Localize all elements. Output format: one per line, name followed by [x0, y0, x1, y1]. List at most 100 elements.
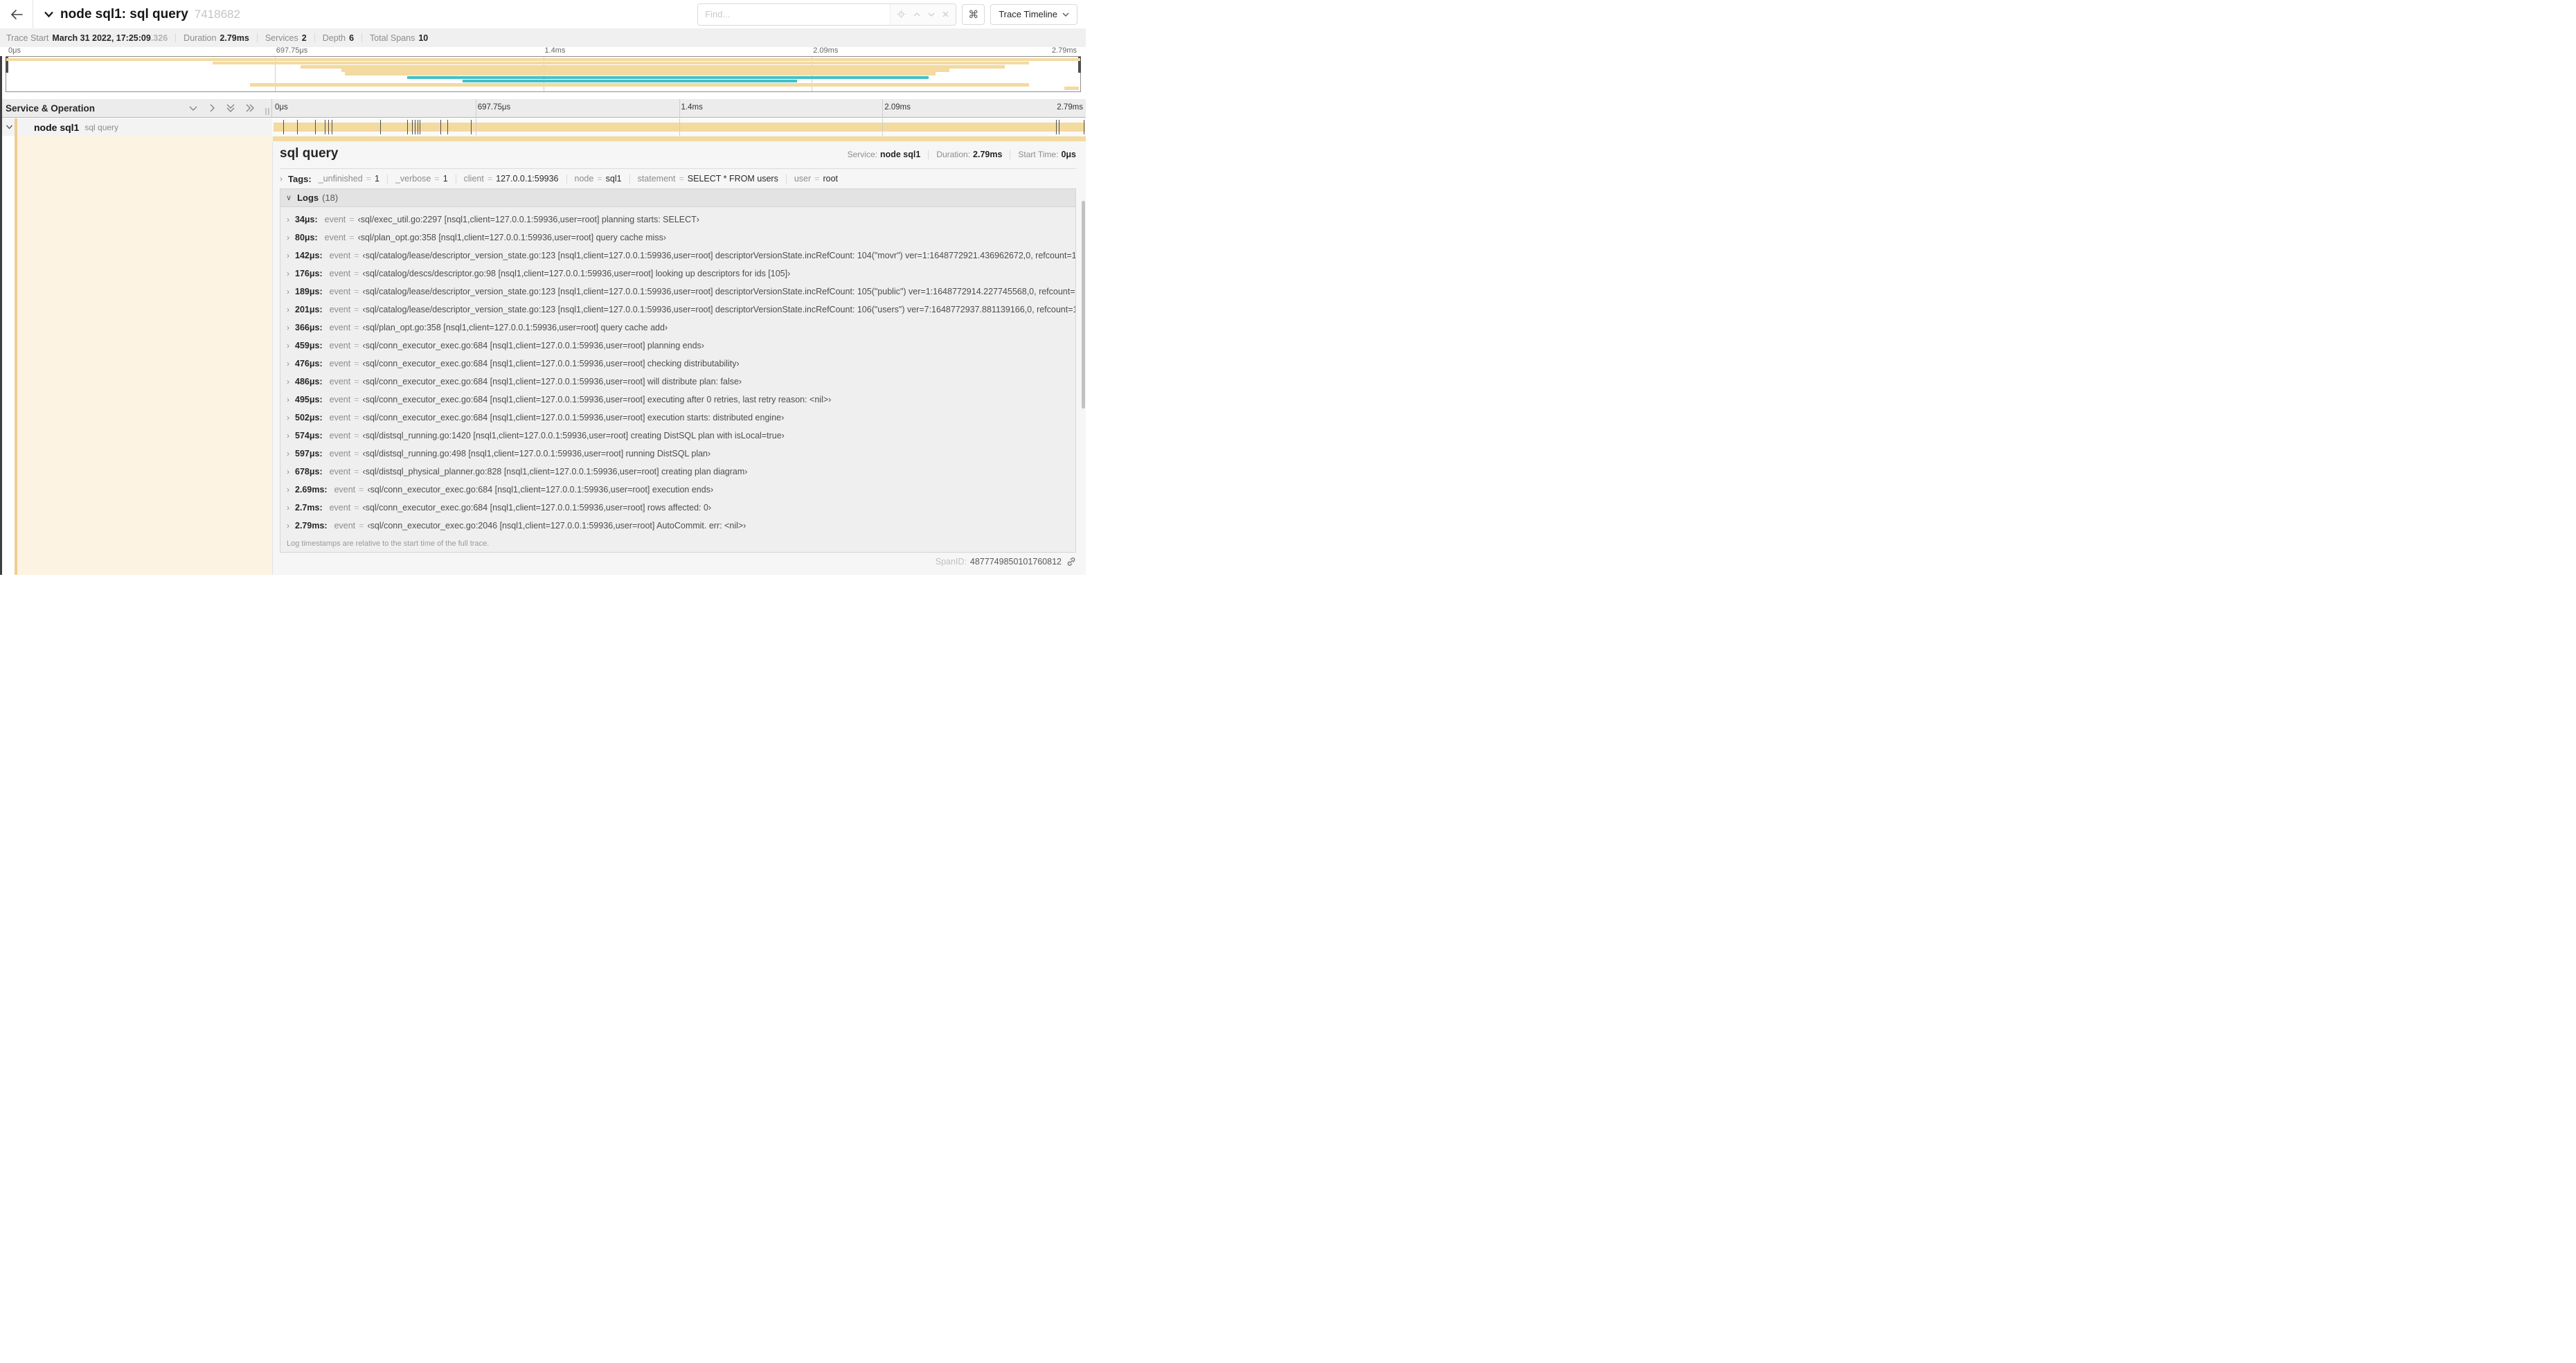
left-scrollbar[interactable] — [0, 56, 2, 575]
log-timestamp: 189μs: — [295, 287, 323, 296]
log-row[interactable]: › 574μs: event = ‹sql/distsql_running.go:142… — [280, 427, 1075, 445]
log-row[interactable]: › 486μs: event = ‹sql/conn_executor_exec.go:… — [280, 373, 1075, 391]
log-row[interactable]: › 597μs: event = ‹sql/distsql_running.go:498… — [280, 445, 1075, 463]
log-row[interactable]: › 678μs: event = ‹sql/distsql_physical_plann… — [280, 463, 1075, 481]
log-row[interactable]: › 176μs: event = ‹sql/catalog/descs/descript… — [280, 265, 1075, 283]
find-addon — [890, 3, 956, 25]
chevron-right-icon: › — [287, 305, 289, 314]
services-label: Services — [265, 33, 298, 43]
trace-collapse-chevron-icon[interactable] — [44, 10, 54, 19]
log-row[interactable]: › 459μs: event = ‹sql/conn_executor_exec.go:… — [280, 337, 1075, 355]
tick-label: 1.4ms — [681, 103, 703, 112]
logs-count: (18) — [322, 193, 339, 203]
view-selector-button[interactable]: Trace Timeline — [990, 3, 1077, 25]
log-row[interactable]: › 2.79ms: event = ‹sql/conn_executor_exec.go… — [280, 517, 1075, 535]
tick-label: 697.75μs — [276, 46, 308, 55]
collapse-one-icon[interactable] — [188, 104, 198, 112]
chevron-right-icon: › — [287, 485, 289, 495]
expand-one-icon[interactable] — [208, 103, 216, 113]
log-field-key: event — [329, 449, 351, 458]
tick-label: 2.79ms — [1051, 46, 1077, 55]
logs-toggle-header[interactable]: ∨ Logs (18) — [280, 189, 1075, 207]
equals-sign: = — [354, 251, 359, 260]
log-marker — [411, 120, 413, 134]
tag-item[interactable]: _verbose = 1 — [395, 174, 448, 184]
span-collapse-chevron-icon[interactable] — [6, 124, 13, 130]
tag-item[interactable]: user = root — [794, 174, 838, 184]
tags-toggle-row[interactable]: › Tags: _unfinished = 1 _verbose = 1 client = 12… — [280, 172, 1076, 186]
tag-key: statement — [637, 174, 676, 184]
vertical-scrollbar-thumb[interactable] — [1082, 201, 1085, 409]
chevron-right-icon: › — [287, 233, 289, 242]
equals-sign: = — [354, 305, 359, 314]
log-field-value: ‹sql/catalog/lease/descriptor_version_st… — [362, 251, 1075, 260]
trace-start-label: Trace Start — [6, 33, 49, 43]
find-input[interactable] — [698, 3, 891, 25]
log-row[interactable]: › 201μs: event = ‹sql/catalog/lease/descript… — [280, 301, 1075, 319]
tag-item[interactable]: _unfinished = 1 — [319, 174, 379, 184]
equals-sign: = — [349, 215, 355, 224]
chevron-right-icon: › — [287, 341, 289, 350]
span-row-track[interactable] — [272, 118, 1086, 136]
column-resizer-handle[interactable] — [265, 108, 269, 115]
deep-link-icon[interactable] — [1066, 557, 1076, 567]
log-row[interactable]: › 502μs: event = ‹sql/conn_executor_exec.go:… — [280, 409, 1075, 427]
log-row[interactable]: › 189μs: event = ‹sql/catalog/lease/descript… — [280, 283, 1075, 301]
chevron-right-icon: › — [280, 174, 283, 184]
tag-item[interactable]: client = 127.0.0.1:59936 — [464, 174, 559, 184]
collapse-all-icon[interactable] — [226, 103, 235, 113]
log-timestamp: 502μs: — [295, 413, 323, 422]
equals-sign: = — [354, 359, 359, 368]
chevron-right-icon: › — [287, 215, 289, 224]
minimap-tick-labels: 0μs 697.75μs 1.4ms 2.09ms 2.79ms — [6, 46, 1080, 55]
log-field-key: event — [329, 413, 351, 422]
tag-key: node — [574, 174, 594, 184]
locate-match-icon[interactable] — [897, 10, 906, 19]
tick-label: 2.09ms — [884, 103, 911, 112]
next-match-icon[interactable] — [927, 10, 936, 19]
tick-label: 2.79ms — [1057, 103, 1083, 112]
log-timestamp: 459μs: — [295, 341, 323, 350]
span-row-label[interactable]: node sql1 sql query — [0, 118, 272, 136]
tag-value: 1 — [374, 174, 379, 184]
log-field-key: event — [329, 503, 351, 513]
service-value: node sql1 — [879, 150, 921, 159]
log-row[interactable]: › 34μs: event = ‹sql/exec_util.go:2297 [nsql… — [280, 211, 1075, 229]
log-field-value: ‹sql/conn_executor_exec.go:684 [nsql1,cl… — [367, 485, 714, 495]
log-row[interactable]: › 495μs: event = ‹sql/conn_executor_exec.go:… — [280, 391, 1075, 409]
tag-value: 1 — [442, 174, 448, 184]
log-row[interactable]: › 476μs: event = ‹sql/conn_executor_exec.go:… — [280, 355, 1075, 373]
tag-key: _verbose — [395, 174, 431, 184]
log-timestamp: 574μs: — [295, 431, 323, 440]
expand-all-icon[interactable] — [245, 103, 255, 113]
log-row[interactable]: › 366μs: event = ‹sql/plan_opt.go:358 [nsql1… — [280, 319, 1075, 337]
tag-item[interactable]: node = sql1 — [575, 174, 622, 184]
tag-item[interactable]: statement = SELECT * FROM users — [638, 174, 778, 184]
log-row[interactable]: › 142μs: event = ‹sql/catalog/lease/descript… — [280, 247, 1075, 265]
find-group — [697, 3, 957, 26]
log-field-key: event — [329, 305, 351, 314]
log-timestamp: 80μs: — [295, 233, 318, 242]
log-marker — [440, 120, 442, 134]
log-row[interactable]: › 2.7ms: event = ‹sql/conn_executor_exec.go:… — [280, 499, 1075, 517]
log-row[interactable]: › 2.69ms: event = ‹sql/conn_executor_exec.go… — [280, 481, 1075, 499]
total-spans-label: Total Spans — [370, 33, 415, 43]
depth-label: Depth — [322, 33, 346, 43]
chevron-right-icon: › — [287, 287, 289, 296]
divider — [280, 168, 1076, 169]
back-button[interactable] — [0, 0, 33, 28]
tick-label: 2.09ms — [813, 46, 839, 55]
top-bar: node sql1: sql query 7418682 ⌘ Trace Tim… — [0, 0, 1086, 28]
log-row[interactable]: › 80μs: event = ‹sql/plan_opt.go:358 [nsql1,… — [280, 229, 1075, 247]
log-field-key: event — [324, 215, 346, 224]
clear-search-icon[interactable] — [942, 10, 949, 18]
prev-match-icon[interactable] — [913, 10, 921, 19]
log-field-value: ‹sql/conn_executor_exec.go:684 [nsql1,cl… — [362, 377, 742, 386]
log-field-value: ‹sql/conn_executor_exec.go:684 [nsql1,cl… — [362, 341, 704, 350]
log-field-value: ‹sql/distsql_physical_planner.go:828 [ns… — [362, 467, 748, 476]
chevron-right-icon: › — [287, 503, 289, 513]
trace-minimap[interactable] — [6, 56, 1081, 92]
keyboard-shortcut-button[interactable]: ⌘ — [962, 3, 985, 25]
grid-line — [679, 99, 680, 117]
chevron-right-icon: › — [287, 269, 289, 278]
